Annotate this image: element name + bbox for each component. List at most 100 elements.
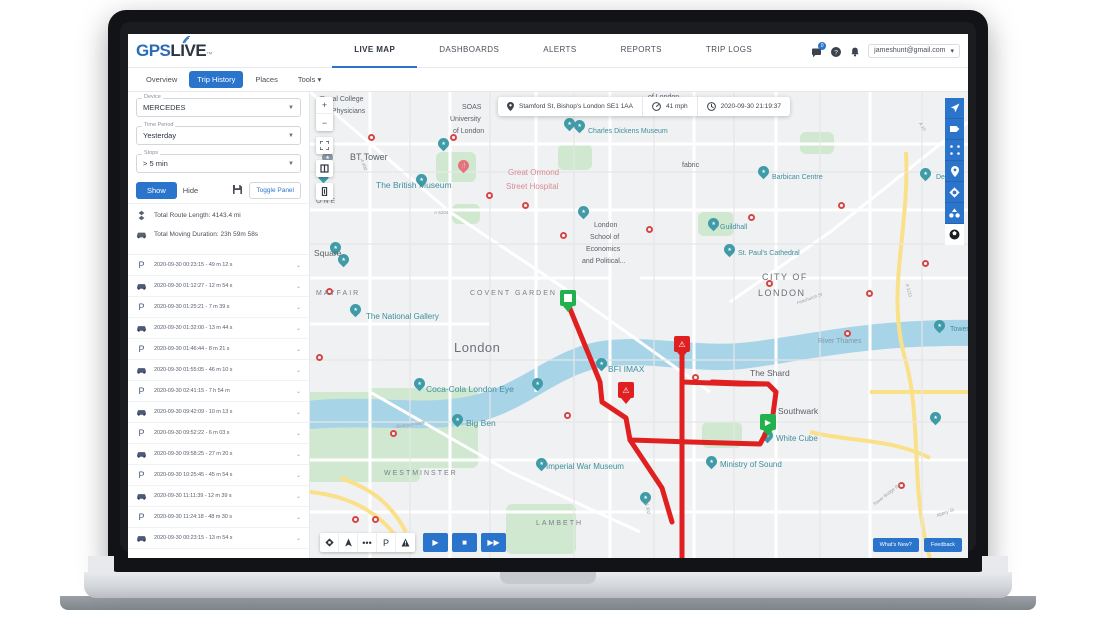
app-logo[interactable]: GPS LIVE ™ (136, 34, 212, 61)
trip-list-item[interactable]: P 2020-09-30 09:52:22 - 6 m 03 s ⌄ (128, 423, 309, 444)
feedback-button[interactable]: Feedback (923, 538, 962, 552)
toggle-panel-button[interactable]: Toggle Panel (249, 182, 301, 199)
cluster-icon[interactable] (945, 203, 964, 224)
chevron-down-icon[interactable]: ⌄ (296, 388, 301, 395)
map-canvas[interactable]: ★ ★ ★ 🍴 ★ ★ ★ ★ ★ ★ ★ ★ ★ ★ ★ ★ ★ (310, 92, 968, 558)
place-icon[interactable] (945, 161, 964, 182)
map-poi-pin[interactable]: ★ (721, 241, 738, 258)
sub-nav-trip-history[interactable]: Trip History (189, 71, 244, 88)
save-icon[interactable] (232, 184, 243, 198)
route-alert-marker[interactable]: ⚠ (674, 336, 690, 352)
chevron-down-icon[interactable]: ⌄ (296, 346, 301, 353)
map-poi-pin[interactable]: ★ (703, 453, 720, 470)
playback-transport-group: ▶ ■ ▶▶ (423, 533, 510, 552)
chevron-down-icon[interactable]: ⌄ (296, 493, 301, 500)
trip-list-item[interactable]: P 2020-09-30 10:25:45 - 45 m 54 s ⌄ (128, 465, 309, 486)
trip-list-item[interactable]: 2020-09-30 01:55:05 - 46 m 10 s ⌄ (128, 360, 309, 381)
chevron-down-icon[interactable]: ⌄ (296, 283, 301, 290)
fast-forward-button[interactable]: ▶▶ (481, 533, 506, 552)
expand-icon[interactable] (945, 140, 964, 161)
hide-button[interactable]: Hide (183, 186, 198, 195)
chevron-down-icon[interactable]: ⌄ (296, 451, 301, 458)
show-button[interactable]: Show (136, 182, 177, 199)
zoom-out-button[interactable]: − (316, 114, 333, 131)
info-icon[interactable] (316, 183, 333, 200)
parking-toggle-icon[interactable]: P (377, 533, 396, 552)
marker-toggle-icon[interactable] (339, 533, 358, 552)
more-toggle-icon[interactable]: ••• (358, 533, 377, 552)
nav-item-trip-logs[interactable]: TRIP LOGS (684, 34, 774, 68)
map-poi-pin[interactable]: ★ (347, 301, 364, 318)
map-poi-pin[interactable]: ★ (917, 165, 934, 182)
trip-list-item[interactable]: P 2020-09-30 00:23:15 - 49 m 12 s ⌄ (128, 255, 309, 276)
geofence-icon[interactable] (945, 182, 964, 203)
map-restaurant-pin[interactable]: 🍴 (455, 157, 472, 174)
navigate-icon[interactable] (945, 98, 964, 119)
map-poi-pin[interactable]: ★ (927, 409, 944, 426)
layers-icon[interactable] (316, 160, 333, 177)
trip-list-item[interactable]: P 2020-09-30 11:24:18 - 48 m 30 s ⌄ (128, 507, 309, 528)
sub-nav-places[interactable]: Places (247, 71, 286, 88)
layers-control-group (316, 160, 333, 177)
message-icon[interactable]: 0 (811, 41, 827, 57)
laptop-base-notch (500, 572, 596, 584)
route-end-marker[interactable]: ▶ (760, 414, 776, 430)
route-start-marker[interactable] (560, 290, 576, 306)
map-poi-pin[interactable]: ★ (575, 203, 592, 220)
whats-new-button[interactable]: What's New? (872, 538, 919, 552)
trip-list-item[interactable]: 2020-09-30 11:11:39 - 12 m 39 s ⌄ (128, 486, 309, 507)
tag-icon[interactable] (945, 119, 964, 140)
user-account-dropdown[interactable]: jameshunt@gmail.com ▾ (868, 43, 960, 58)
trip-list-item[interactable]: 2020-09-30 09:42:09 - 10 m 13 s ⌄ (128, 402, 309, 423)
map-poi-pin[interactable]: ★ (529, 375, 546, 392)
tube-station-icon (564, 412, 571, 419)
nav-item-dashboards[interactable]: DASHBOARDS (417, 34, 521, 68)
trip-list-item[interactable]: 2020-09-30 01:32:00 - 13 m 44 s ⌄ (128, 318, 309, 339)
map-poi-pin[interactable]: ★ (755, 163, 772, 180)
nav-item-alerts[interactable]: ALERTS (521, 34, 598, 68)
trip-list-item[interactable]: P 2020-09-30 01:46:44 - 8 m 21 s ⌄ (128, 339, 309, 360)
traffic-icon[interactable] (945, 224, 964, 245)
chevron-down-icon[interactable]: ⌄ (296, 514, 301, 521)
route-alert-marker[interactable]: ⚠ (618, 382, 634, 398)
chevron-down-icon[interactable]: ⌄ (296, 367, 301, 374)
chevron-down-icon[interactable]: ⌄ (296, 409, 301, 416)
bell-icon[interactable] (849, 45, 861, 57)
fullscreen-icon[interactable] (316, 137, 333, 154)
chevron-down-icon[interactable]: ⌄ (296, 430, 301, 437)
chevron-down-icon[interactable]: ⌄ (296, 262, 301, 269)
map-poi-pin[interactable]: ★ (931, 317, 948, 334)
chevron-down-icon[interactable]: ⌄ (296, 304, 301, 311)
trip-list-item[interactable]: P 2020-09-30 02:41:15 - 7 h 54 m ⌄ (128, 381, 309, 402)
trip-list-item[interactable]: 2020-09-30 09:58:25 - 27 m 20 s ⌄ (128, 444, 309, 465)
help-icon[interactable]: ? (830, 45, 842, 57)
sub-nav-tools[interactable]: Tools ▾ (290, 71, 329, 88)
stop-button[interactable]: ■ (452, 533, 477, 552)
map-poi-pin[interactable]: ★ (571, 117, 588, 134)
alert-toggle-icon[interactable] (396, 533, 415, 552)
time-period-select[interactable]: Time Period Yesterday ▼ (136, 122, 301, 145)
map-view[interactable]: ★ ★ ★ 🍴 ★ ★ ★ ★ ★ ★ ★ ★ ★ ★ ★ ★ ★ (310, 92, 968, 558)
play-button[interactable]: ▶ (423, 533, 448, 552)
geofence-toggle-icon[interactable] (320, 533, 339, 552)
trip-list-item[interactable]: 2020-09-30 00:23:15 - 13 m 54 s ⌄ (128, 528, 309, 549)
chevron-down-icon[interactable]: ⌄ (296, 472, 301, 479)
stops-select[interactable]: Stops > 5 min ▼ (136, 150, 301, 173)
tube-station-icon (352, 516, 359, 523)
chevron-down-icon[interactable]: ⌄ (296, 535, 301, 542)
map-poi-pin[interactable]: ★ (435, 135, 452, 152)
zoom-in-button[interactable]: + (316, 97, 333, 114)
map-poi-pin[interactable]: ★ (411, 375, 428, 392)
chevron-down-icon[interactable]: ⌄ (296, 325, 301, 332)
device-select[interactable]: Device MERCEDES ▼ (136, 94, 301, 117)
trip-list-item[interactable]: 2020-09-30 01:12:27 - 12 m 54 s ⌄ (128, 276, 309, 297)
map-poi-pin[interactable]: ★ (705, 215, 722, 232)
trip-list[interactable]: P 2020-09-30 00:23:15 - 49 m 12 s ⌄ 2020… (128, 254, 309, 558)
map-poi-pin[interactable]: ★ (593, 355, 610, 372)
nav-item-live-map[interactable]: LIVE MAP (332, 34, 418, 68)
sub-nav-overview[interactable]: Overview (138, 71, 185, 88)
trip-list-item[interactable]: P 2020-09-30 01:25:21 - 7 m 39 s ⌄ (128, 297, 309, 318)
map-poi-pin[interactable]: ★ (449, 411, 466, 428)
nav-item-reports[interactable]: REPORTS (599, 34, 684, 68)
message-badge: 0 (818, 41, 827, 50)
